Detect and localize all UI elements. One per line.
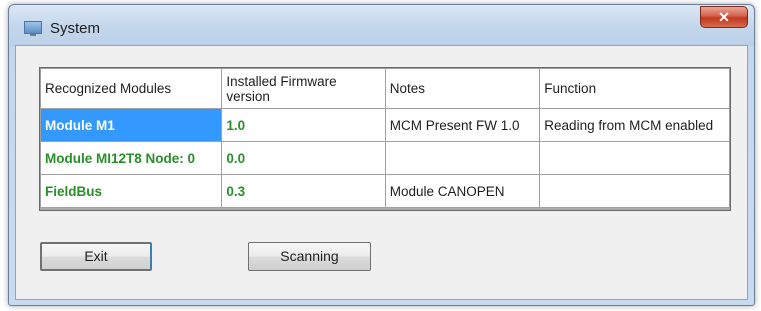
notes-cell[interactable]: Module CANOPEN (384, 174, 541, 208)
close-button[interactable]: ✕ (700, 6, 748, 28)
close-icon: ✕ (718, 9, 730, 25)
system-window-icon (24, 21, 42, 36)
modules-grid[interactable]: Recognized Modules Installed Firmware ve… (39, 67, 731, 211)
firmware-version-cell[interactable]: 0.3 (221, 174, 386, 208)
table-row[interactable]: Module MI12T8 Node: 0 0.0 (40, 141, 730, 175)
function-cell[interactable] (539, 141, 730, 175)
system-window: System ✕ Recognized Modules Installed Fi… (8, 4, 755, 306)
module-name-cell[interactable]: Module M1 (40, 108, 223, 142)
column-header-installed-firmware[interactable]: Installed Firmware version (221, 68, 386, 109)
exit-button[interactable]: Exit (40, 242, 152, 271)
firmware-version-cell[interactable]: 0.0 (221, 141, 386, 175)
column-header-notes[interactable]: Notes (384, 68, 541, 109)
table-header-row: Recognized Modules Installed Firmware ve… (40, 68, 730, 109)
module-name-cell[interactable]: Module MI12T8 Node: 0 (40, 141, 223, 175)
column-header-function[interactable]: Function (539, 68, 730, 109)
column-header-recognized-modules[interactable]: Recognized Modules (40, 68, 223, 109)
firmware-version-cell[interactable]: 1.0 (221, 108, 386, 142)
table-row[interactable]: Module M1 1.0 MCM Present FW 1.0 Reading… (40, 108, 730, 142)
module-name-cell[interactable]: FieldBus (40, 174, 223, 208)
window-title: System (50, 20, 101, 37)
function-cell[interactable] (539, 174, 730, 208)
title-bar[interactable]: System ✕ (9, 5, 754, 45)
dialog-client-area: Recognized Modules Installed Firmware ve… (15, 45, 748, 300)
notes-cell[interactable]: MCM Present FW 1.0 (384, 108, 541, 142)
modules-table: Recognized Modules Installed Firmware ve… (40, 68, 730, 208)
table-row[interactable]: FieldBus 0.3 Module CANOPEN (40, 174, 730, 208)
function-cell[interactable]: Reading from MCM enabled (539, 108, 730, 142)
scanning-button[interactable]: Scanning (248, 242, 371, 271)
notes-cell[interactable] (384, 141, 541, 175)
